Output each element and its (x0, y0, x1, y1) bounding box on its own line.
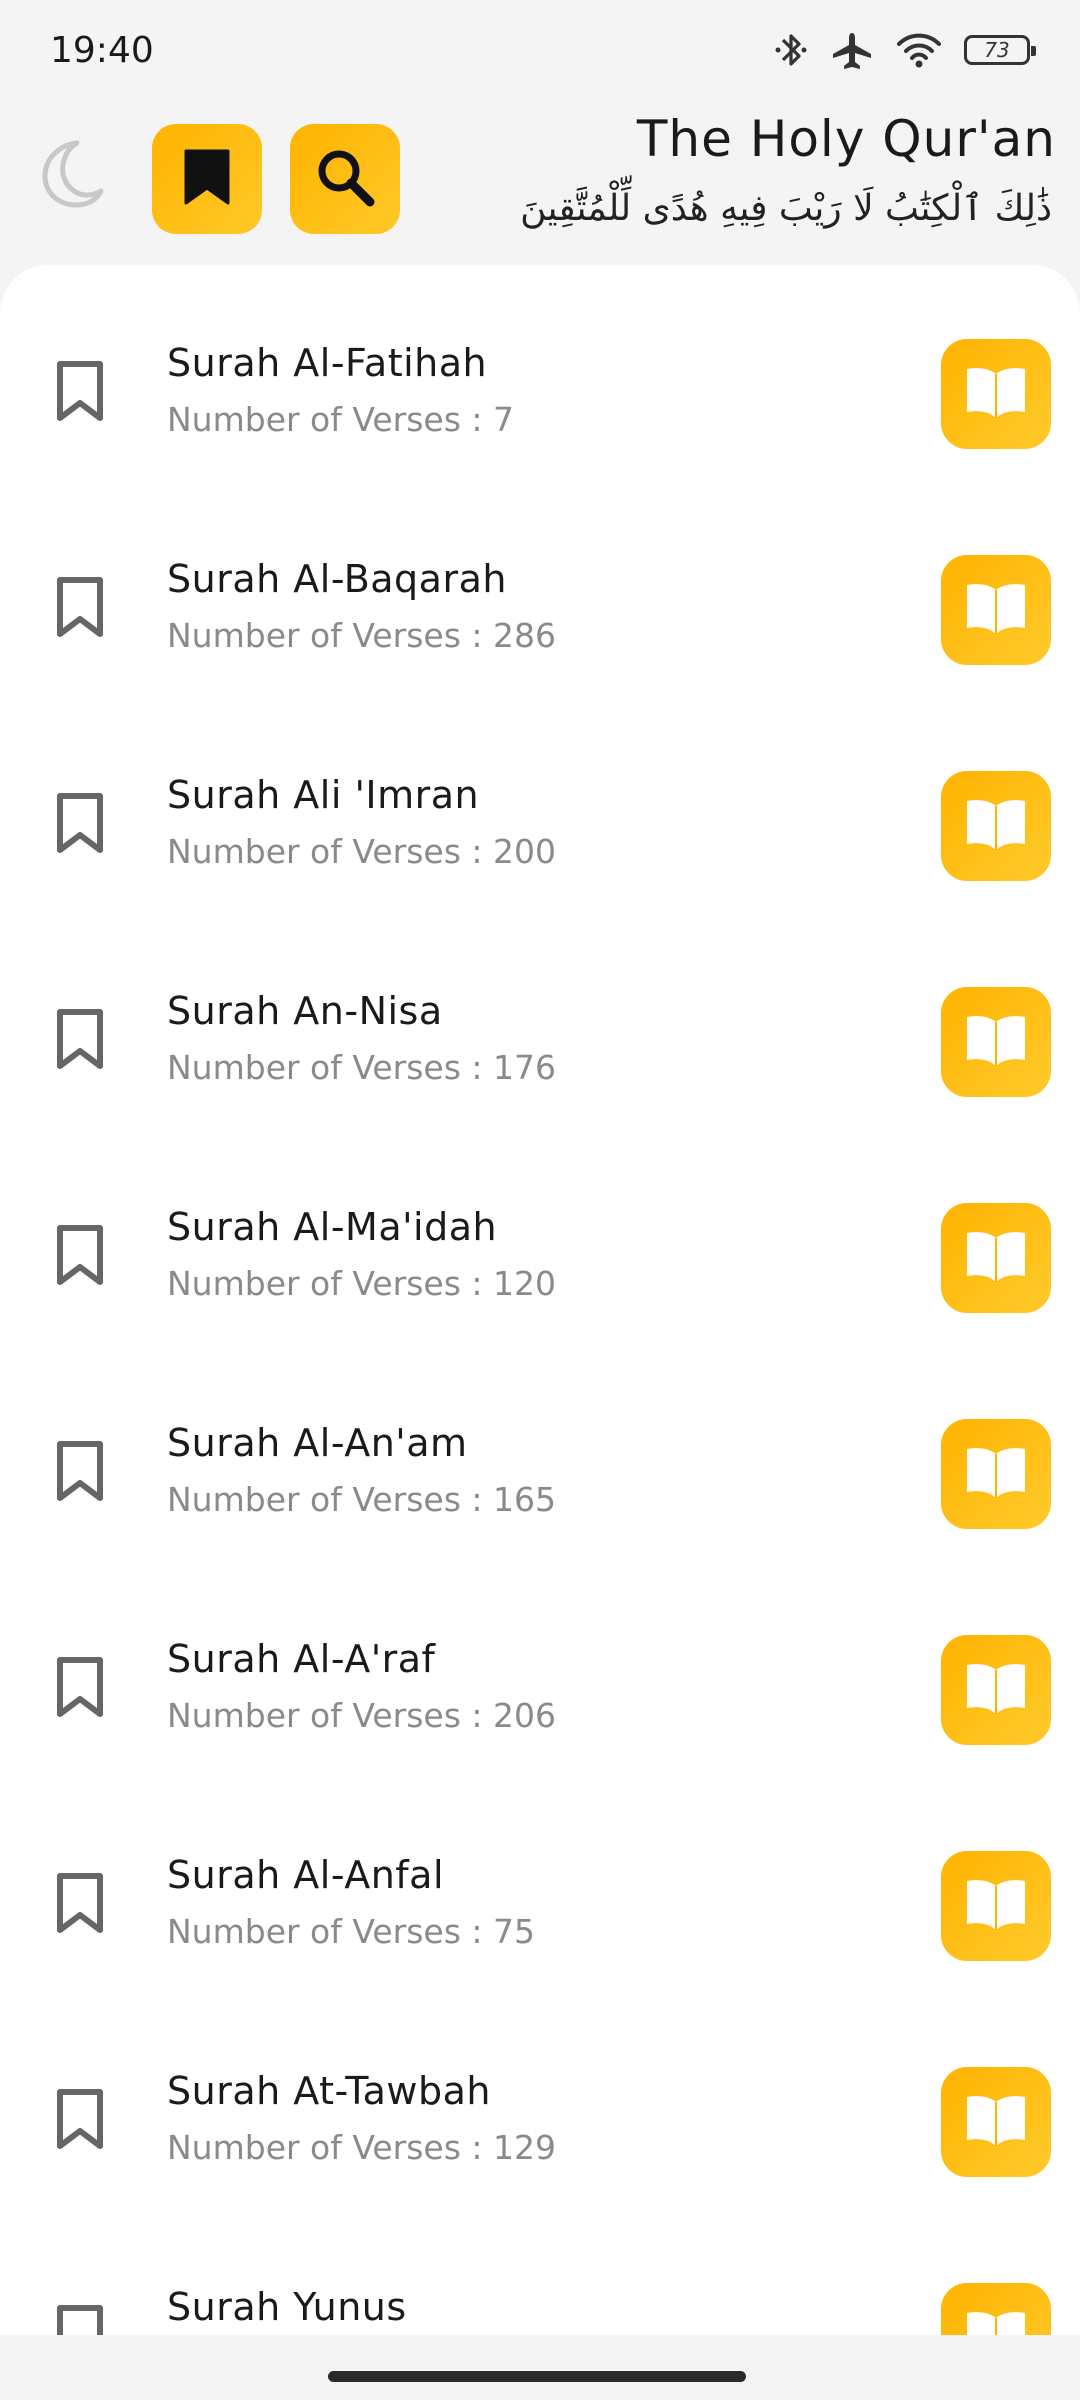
surah-name: Surah Al-A'raf (167, 1637, 436, 1681)
open-book-icon (963, 1228, 1029, 1288)
open-book-icon (963, 1876, 1029, 1936)
open-book-icon (963, 1660, 1029, 1720)
bookmark-toggle-button[interactable] (50, 2085, 110, 2157)
read-surah-button[interactable] (941, 555, 1051, 665)
bookmark-outline-icon (55, 2087, 105, 2155)
open-book-icon (963, 2092, 1029, 2152)
surah-name: Surah Yunus (167, 2285, 407, 2329)
page-title: The Holy Qur'an (636, 110, 1056, 168)
bookmark-toggle-button[interactable] (50, 1869, 110, 1941)
bookmark-outline-icon (55, 575, 105, 643)
surah-list-item[interactable]: Surah Yunus (0, 2209, 1080, 2335)
surah-list-item[interactable]: Surah Ali 'Imran Number of Verses : 200 (0, 697, 1080, 913)
surah-verse-count: Number of Verses : 200 (167, 832, 557, 871)
read-surah-button[interactable] (941, 987, 1051, 1097)
read-surah-button[interactable] (941, 339, 1051, 449)
surah-name: Surah Al-Anfal (167, 1853, 445, 1897)
bookmarks-button[interactable] (152, 124, 262, 234)
moon-icon (39, 139, 105, 213)
surah-verse-count: Number of Verses : 129 (167, 2128, 557, 2167)
surah-name: Surah An-Nisa (167, 989, 443, 1033)
surah-list-item[interactable]: Surah Al-Ma'idah Number of Verses : 120 (0, 1129, 1080, 1345)
status-icons: 73 (774, 30, 1036, 70)
open-book-icon (963, 1444, 1029, 1504)
surah-verse-count: Number of Verses : 206 (167, 1696, 557, 1735)
search-button[interactable] (290, 124, 400, 234)
open-book-icon (963, 2308, 1029, 2335)
surah-verse-count: Number of Verses : 7 (167, 400, 515, 439)
surah-verse-count: Number of Verses : 75 (167, 1912, 536, 1951)
surah-list-item[interactable]: Surah An-Nisa Number of Verses : 176 (0, 913, 1080, 1129)
surah-list-item[interactable]: Surah Al-Fatihah Number of Verses : 7 (0, 265, 1080, 481)
bookmark-outline-icon (55, 2303, 105, 2335)
surah-list[interactable]: Surah Al-Fatihah Number of Verses : 7 Sura… (0, 265, 1080, 2335)
bookmark-toggle-button[interactable] (50, 1005, 110, 1077)
bookmark-outline-icon (55, 1655, 105, 1723)
dark-mode-toggle[interactable] (36, 136, 108, 216)
surah-name: Surah Al-An'am (167, 1421, 468, 1465)
read-surah-button[interactable] (941, 1635, 1051, 1745)
surah-list-item[interactable]: Surah Al-Anfal Number of Verses : 75 (0, 1777, 1080, 1993)
read-surah-button[interactable] (941, 771, 1051, 881)
bookmark-outline-icon (55, 1439, 105, 1507)
open-book-icon (963, 580, 1029, 640)
bookmark-outline-icon (55, 1007, 105, 1075)
surah-name: Surah Al-Ma'idah (167, 1205, 498, 1249)
surah-list-item[interactable]: Surah Al-Baqarah Number of Verses : 286 (0, 481, 1080, 697)
surah-verse-count: Number of Verses : 176 (167, 1048, 557, 1087)
home-gesture-handle[interactable] (328, 2371, 746, 2382)
read-surah-button[interactable] (941, 1203, 1051, 1313)
bookmark-icon (182, 147, 232, 211)
read-surah-button[interactable] (941, 1419, 1051, 1529)
open-book-icon (963, 796, 1029, 856)
bookmark-toggle-button[interactable] (50, 789, 110, 861)
surah-list-item[interactable]: Surah Al-An'am Number of Verses : 165 (0, 1345, 1080, 1561)
surah-verse-count: Number of Verses : 286 (167, 616, 557, 655)
read-surah-button[interactable] (941, 2283, 1051, 2335)
surah-name: Surah Al-Baqarah (167, 557, 507, 601)
surah-name: Surah Al-Fatihah (167, 341, 488, 385)
navigation-bar (0, 2335, 1080, 2400)
search-icon (314, 146, 376, 212)
read-surah-button[interactable] (941, 1851, 1051, 1961)
bookmark-outline-icon (55, 791, 105, 859)
open-book-icon (963, 364, 1029, 424)
surah-verse-count: Number of Verses : 165 (167, 1480, 557, 1519)
status-bar: 19:40 73 (0, 0, 1080, 100)
page-subtitle-arabic: ذَٰلِكَ ٱلْكِتَٰبُ لَا رَيْبَ فِيهِ هُدً… (520, 188, 1052, 229)
surah-list-item[interactable]: Surah At-Tawbah Number of Verses : 129 (0, 1993, 1080, 2209)
bookmark-outline-icon (55, 1223, 105, 1291)
surah-verse-count: Number of Verses : 120 (167, 1264, 557, 1303)
bookmark-toggle-button[interactable] (50, 1221, 110, 1293)
surah-list-item[interactable]: Surah Al-A'raf Number of Verses : 206 (0, 1561, 1080, 1777)
read-surah-button[interactable] (941, 2067, 1051, 2177)
bookmark-outline-icon (55, 1871, 105, 1939)
bookmark-toggle-button[interactable] (50, 1437, 110, 1509)
app-header: The Holy Qur'an ذَٰلِكَ ٱلْكِتَٰبُ لَا ر… (0, 100, 1080, 265)
wifi-icon (896, 31, 942, 69)
open-book-icon (963, 1012, 1029, 1072)
bookmark-outline-icon (55, 359, 105, 427)
battery-icon: 73 (964, 35, 1036, 65)
bookmark-toggle-button[interactable] (50, 2301, 110, 2335)
surah-name: Surah At-Tawbah (167, 2069, 492, 2113)
bookmark-toggle-button[interactable] (50, 1653, 110, 1725)
status-time: 19:40 (50, 29, 154, 71)
bookmark-toggle-button[interactable] (50, 573, 110, 645)
bluetooth-icon (774, 30, 808, 70)
airplane-icon (830, 30, 874, 70)
surah-name: Surah Ali 'Imran (167, 773, 480, 817)
bookmark-toggle-button[interactable] (50, 357, 110, 429)
